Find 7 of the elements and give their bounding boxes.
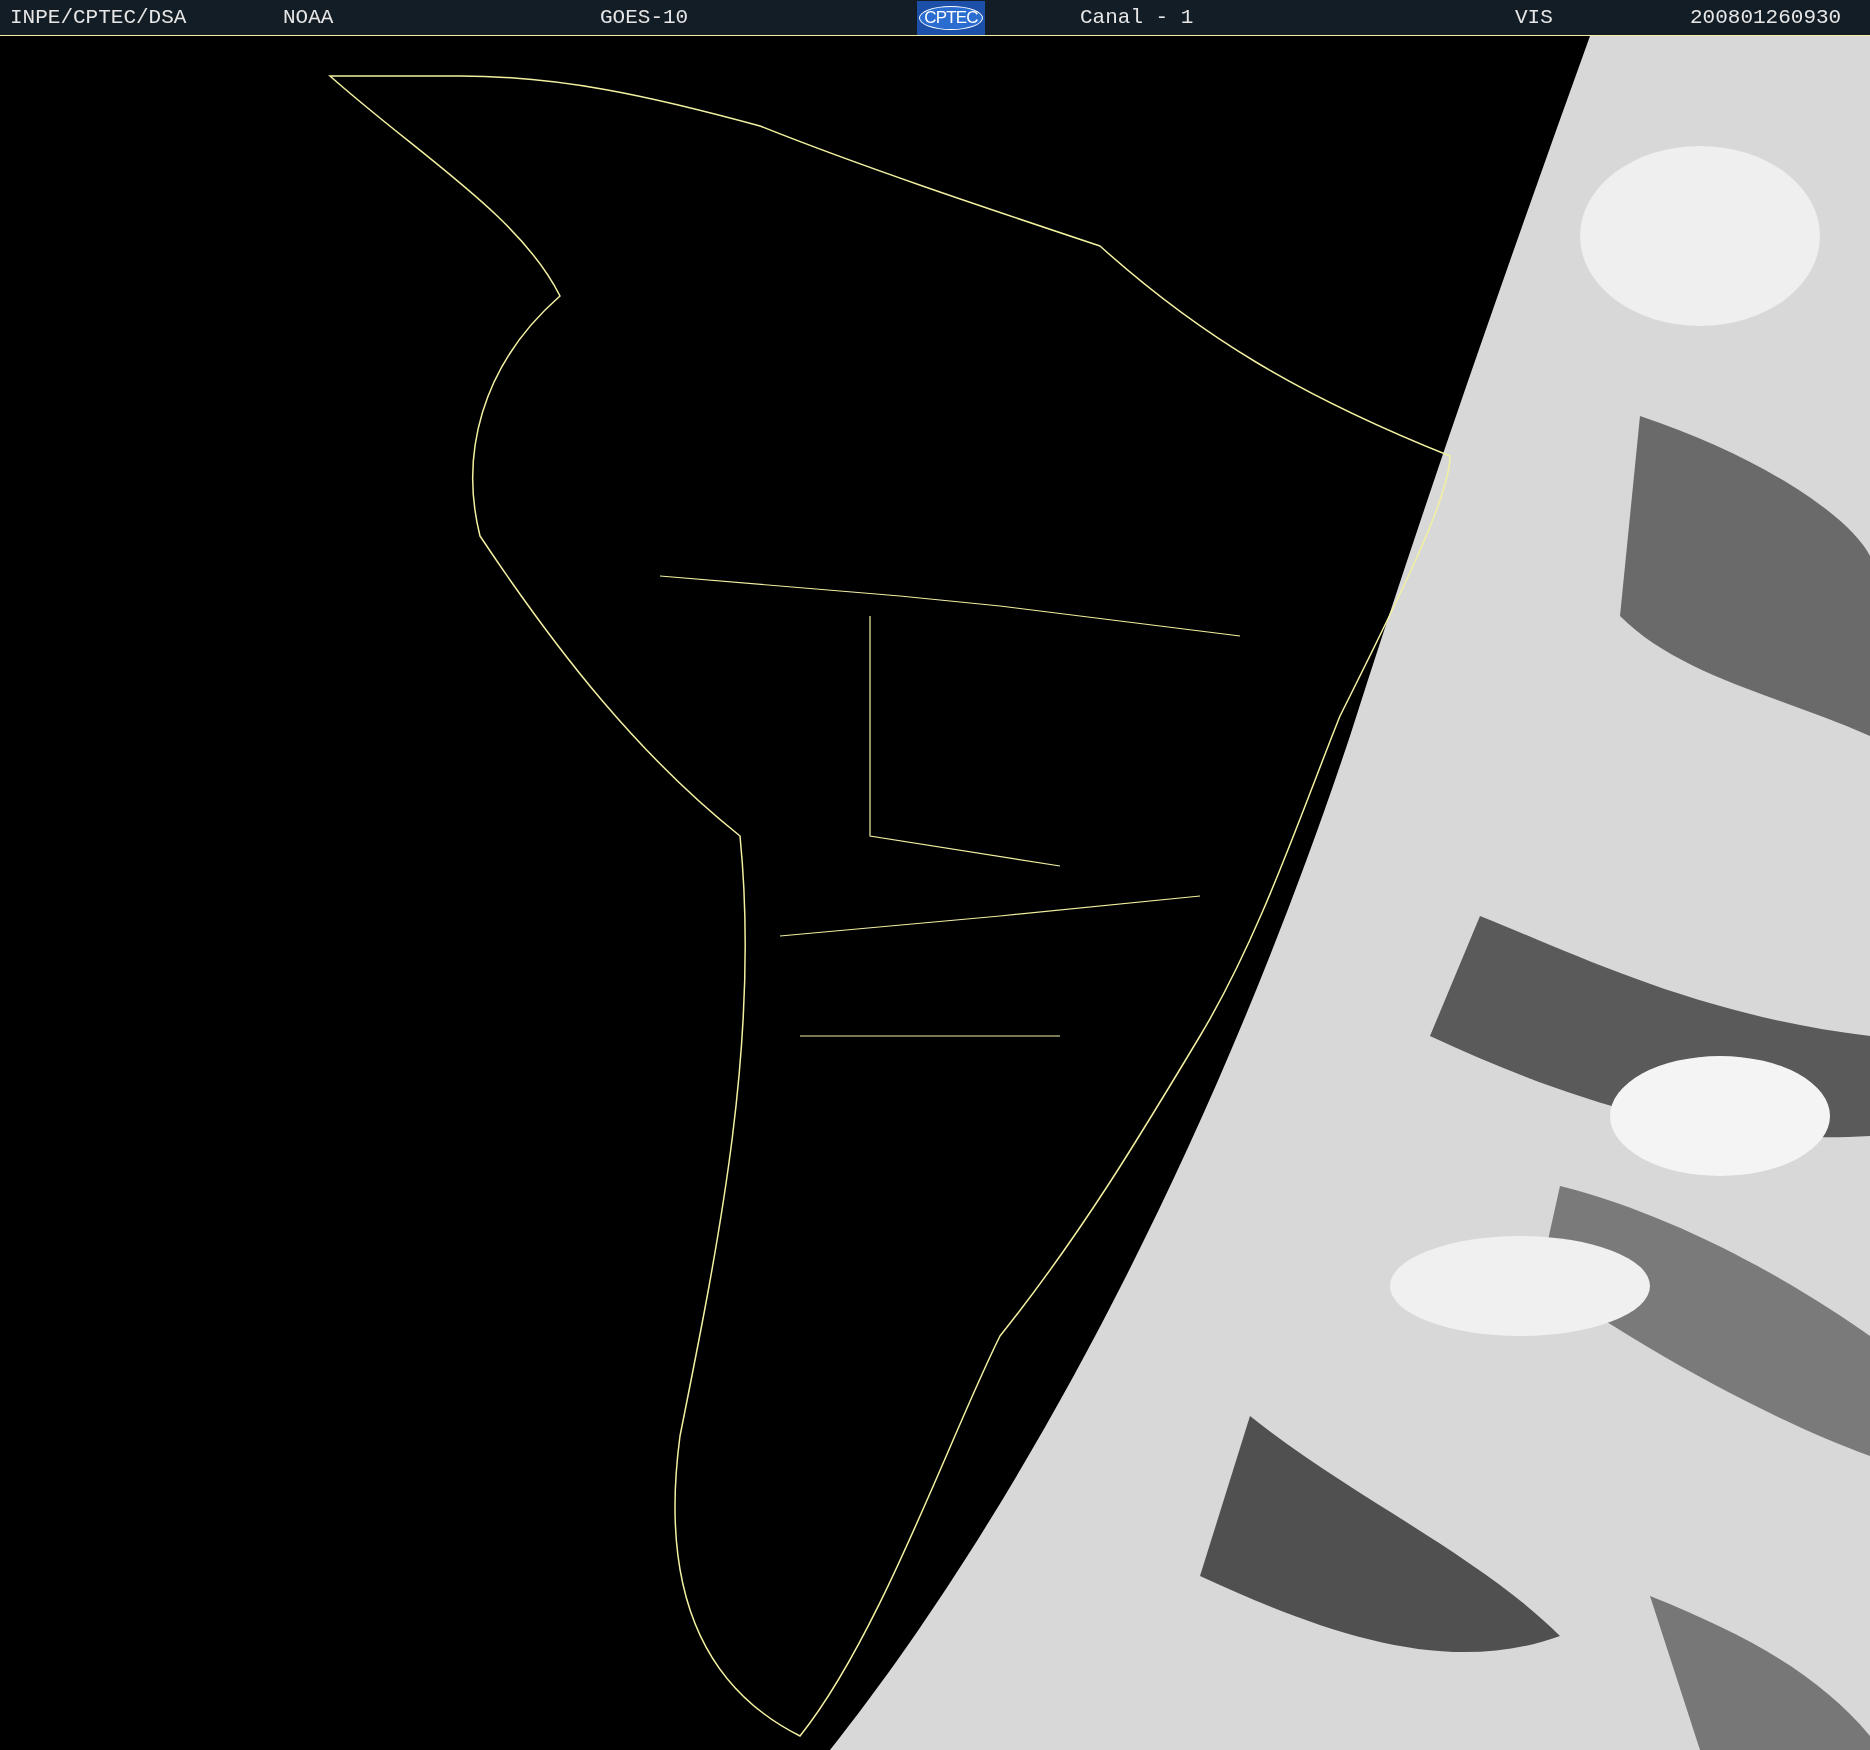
header-label: Canal - 1	[1080, 7, 1194, 28]
header-label: INPE/CPTEC/DSA	[10, 7, 187, 28]
cptec-logo: CPTEC	[917, 0, 985, 35]
header-label: GOES-10	[600, 7, 689, 28]
header-label: NOAA	[283, 7, 334, 28]
header-label: 200801260930	[1690, 7, 1842, 28]
header-label: VIS	[1515, 7, 1553, 28]
